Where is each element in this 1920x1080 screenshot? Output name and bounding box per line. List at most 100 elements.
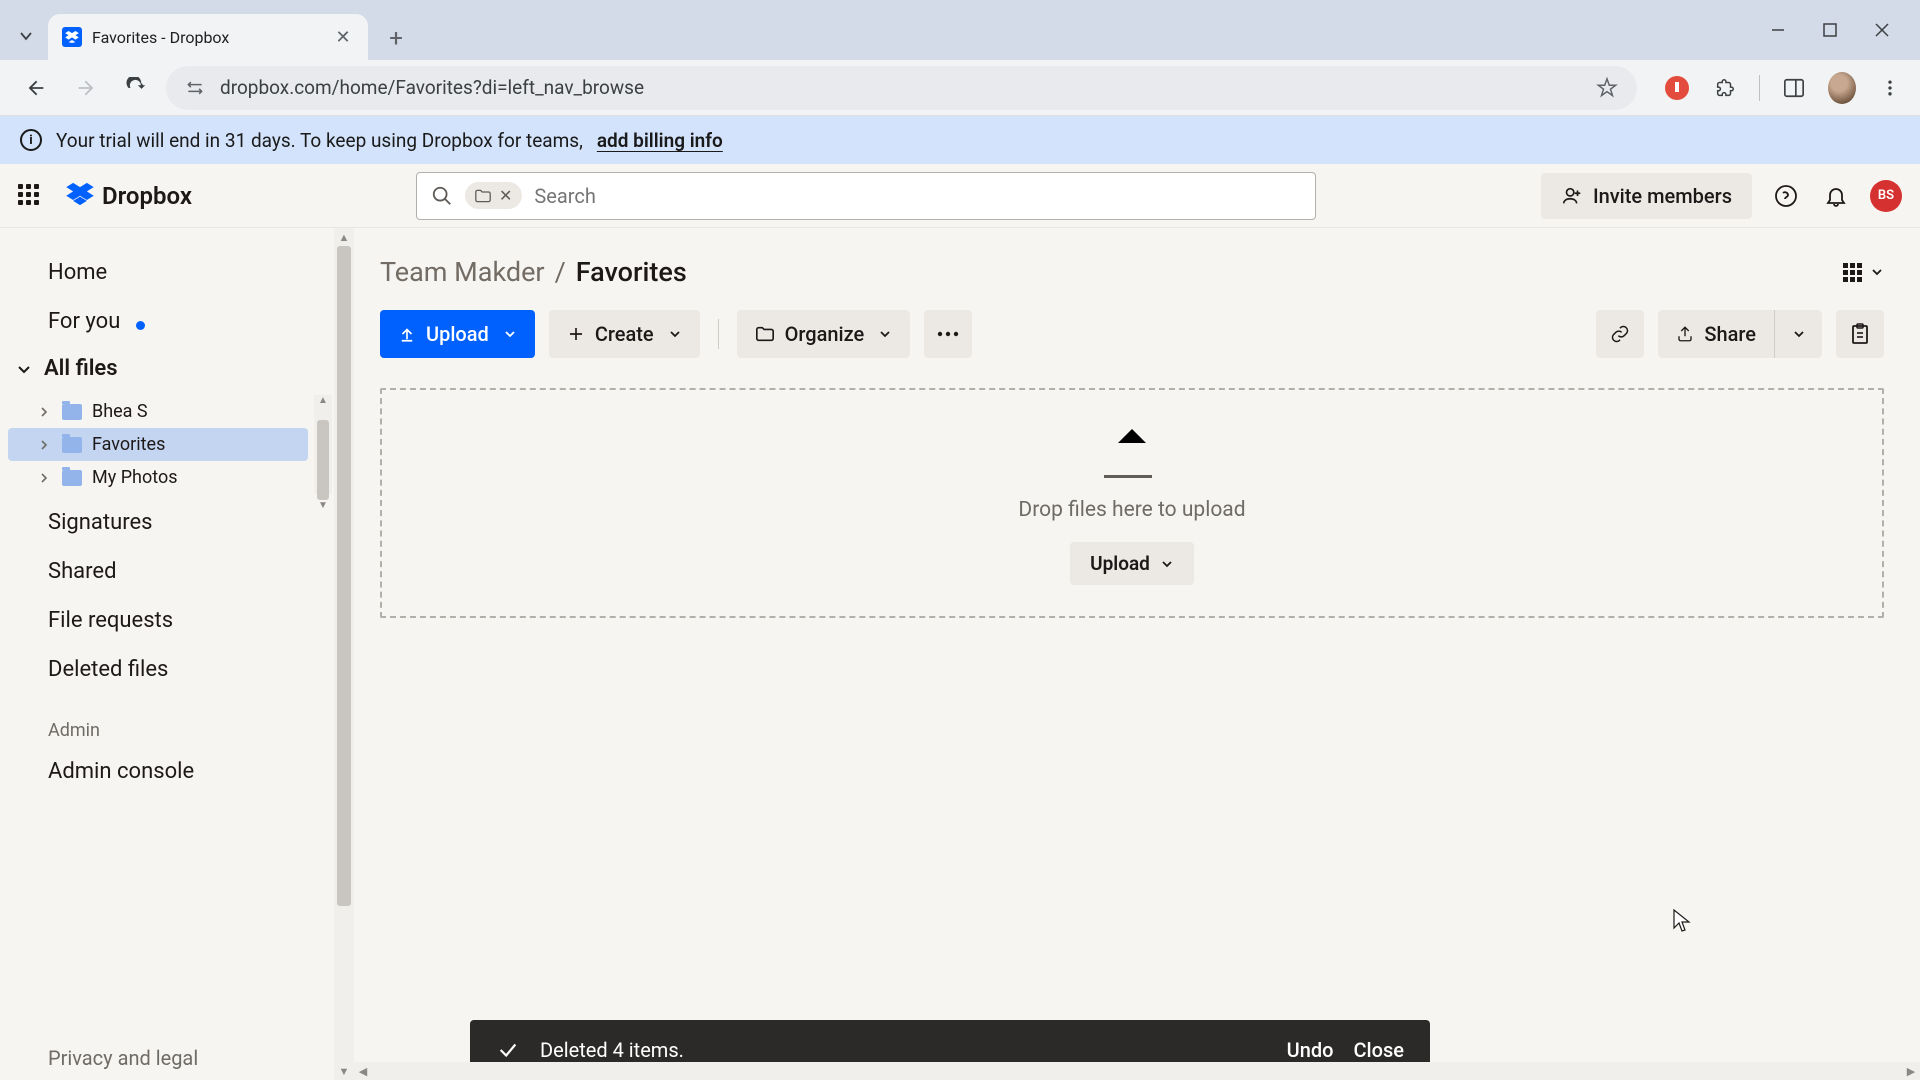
sidebar: Home For you All files Bhea S Favor — [0, 228, 354, 1080]
user-avatar[interactable]: BS — [1870, 180, 1902, 212]
ellipsis-icon — [937, 331, 959, 337]
scroll-up-arrow-icon[interactable]: ▲ — [334, 228, 354, 246]
toast-close-button[interactable]: Close — [1353, 1038, 1404, 1062]
chevron-right-icon[interactable] — [36, 437, 52, 453]
dropbox-app: i Your trial will end in 31 days. To kee… — [0, 116, 1920, 1080]
upload-arrow-icon — [1104, 421, 1160, 478]
share-dropdown-button[interactable] — [1774, 310, 1822, 358]
tree-folder-my-photos[interactable]: My Photos — [8, 461, 308, 494]
view-switcher[interactable] — [1843, 263, 1884, 282]
tree-folder-bhea[interactable]: Bhea S — [8, 395, 308, 428]
trial-banner: i Your trial will end in 31 days. To kee… — [0, 116, 1920, 164]
chevron-down-icon — [1870, 265, 1884, 279]
create-button[interactable]: Create — [549, 310, 700, 358]
horizontal-scrollbar[interactable]: ◀ ▶ — [354, 1062, 1920, 1080]
search-box[interactable]: ✕ — [416, 172, 1316, 220]
sidebar-item-all-files[interactable]: All files — [0, 346, 334, 391]
new-tab-button[interactable]: + — [378, 20, 414, 56]
sidebar-item-file-requests[interactable]: File requests — [0, 596, 334, 645]
grid-view-icon — [1843, 263, 1862, 282]
toast-message: Deleted 4 items. — [540, 1038, 1267, 1062]
dropzone[interactable]: Drop files here to upload Upload — [380, 388, 1884, 618]
extension-adblock-icon[interactable] — [1663, 74, 1691, 102]
invite-icon — [1561, 185, 1583, 207]
maximize-button[interactable] — [1818, 18, 1842, 42]
sidebar-privacy-link[interactable]: Privacy and legal — [48, 1046, 198, 1070]
chevron-right-icon[interactable] — [36, 404, 52, 420]
url-text: dropbox.com/home/Favorites?di=left_nav_b… — [220, 76, 1581, 99]
sidebar-item-home[interactable]: Home — [0, 248, 334, 297]
scroll-left-arrow-icon[interactable]: ◀ — [354, 1062, 372, 1080]
tree-folder-favorites[interactable]: Favorites — [8, 428, 308, 461]
share-button[interactable]: Share — [1658, 310, 1774, 358]
invite-members-button[interactable]: Invite members — [1541, 173, 1752, 219]
toast-undo-button[interactable]: Undo — [1287, 1038, 1334, 1062]
profile-avatar[interactable] — [1828, 74, 1856, 102]
scroll-thumb[interactable] — [317, 420, 329, 500]
reload-button[interactable] — [116, 68, 156, 108]
tab-title: Favorites - Dropbox — [92, 28, 322, 47]
minimize-button[interactable] — [1766, 18, 1790, 42]
notifications-button[interactable] — [1820, 180, 1852, 212]
invite-label: Invite members — [1593, 184, 1732, 208]
folder-move-icon — [755, 325, 775, 343]
copy-link-button[interactable] — [1596, 310, 1644, 358]
folder-details-button[interactable] — [1836, 310, 1884, 358]
app-launcher-icon[interactable] — [18, 184, 42, 208]
breadcrumb-parent[interactable]: Team Makder — [380, 256, 545, 288]
back-button[interactable] — [16, 68, 56, 108]
address-bar[interactable]: dropbox.com/home/Favorites?di=left_nav_b… — [166, 66, 1637, 110]
bookmark-star-icon[interactable] — [1595, 76, 1619, 100]
tab-close-button[interactable]: ✕ — [332, 26, 354, 48]
chevron-down-icon — [1792, 327, 1806, 341]
sidebar-item-for-you[interactable]: For you — [0, 297, 334, 346]
forward-button[interactable] — [66, 68, 106, 108]
scroll-thumb[interactable] — [337, 246, 351, 906]
tree-scrollbar[interactable]: ▲ ▼ — [314, 395, 332, 494]
tab-search-button[interactable] — [8, 18, 44, 54]
brand[interactable]: Dropbox — [66, 182, 192, 210]
sidebar-section-admin: Admin — [0, 694, 334, 747]
app-header: Dropbox ✕ Invite members BS — [0, 164, 1920, 228]
share-button-group: Share — [1658, 310, 1822, 358]
search-input[interactable] — [534, 184, 1301, 208]
extensions-puzzle-icon[interactable] — [1711, 74, 1739, 102]
chevron-down-icon — [503, 327, 517, 341]
folder-icon — [62, 404, 82, 420]
browser-menu-icon[interactable] — [1876, 74, 1904, 102]
browser-toolbar: dropbox.com/home/Favorites?di=left_nav_b… — [0, 60, 1920, 116]
chip-clear-icon[interactable]: ✕ — [499, 186, 512, 205]
upload-button[interactable]: Upload — [380, 310, 535, 358]
action-bar: Upload Create Organize — [380, 310, 1884, 358]
folder-icon — [62, 470, 82, 486]
chevron-right-icon[interactable] — [36, 470, 52, 486]
side-panel-icon[interactable] — [1780, 74, 1808, 102]
toolbar-separator — [1759, 75, 1760, 101]
sidebar-item-signatures[interactable]: Signatures — [0, 498, 334, 547]
dropbox-logo-icon — [66, 182, 94, 210]
brand-name: Dropbox — [102, 182, 192, 210]
organize-button[interactable]: Organize — [737, 310, 911, 358]
help-button[interactable] — [1770, 180, 1802, 212]
folder-tree: Bhea S Favorites My Photos ▲ — [8, 395, 308, 494]
search-scope-chip[interactable]: ✕ — [465, 182, 522, 209]
close-window-button[interactable] — [1870, 18, 1894, 42]
sidebar-item-shared[interactable]: Shared — [0, 547, 334, 596]
more-actions-button[interactable] — [924, 310, 972, 358]
action-bar-right: Share — [1596, 310, 1884, 358]
app-body: Home For you All files Bhea S Favor — [0, 228, 1920, 1080]
dropzone-text: Drop files here to upload — [1018, 498, 1245, 522]
scroll-right-arrow-icon[interactable]: ▶ — [1902, 1062, 1920, 1080]
plus-icon — [567, 325, 585, 343]
add-billing-link[interactable]: add billing info — [597, 129, 723, 152]
dropzone-upload-button[interactable]: Upload — [1070, 542, 1194, 585]
browser-tab[interactable]: Favorites - Dropbox ✕ — [48, 14, 368, 60]
site-info-icon[interactable] — [184, 77, 206, 99]
chevron-down-icon — [1160, 557, 1174, 571]
sidebar-item-admin-console[interactable]: Admin console — [0, 747, 334, 796]
window-controls — [1766, 18, 1894, 42]
scroll-down-arrow-icon[interactable]: ▼ — [334, 1062, 354, 1080]
scroll-up-arrow-icon[interactable]: ▲ — [314, 395, 332, 406]
sidebar-scrollbar[interactable]: ▲ ▼ — [334, 228, 354, 1080]
sidebar-item-deleted-files[interactable]: Deleted files — [0, 645, 334, 694]
